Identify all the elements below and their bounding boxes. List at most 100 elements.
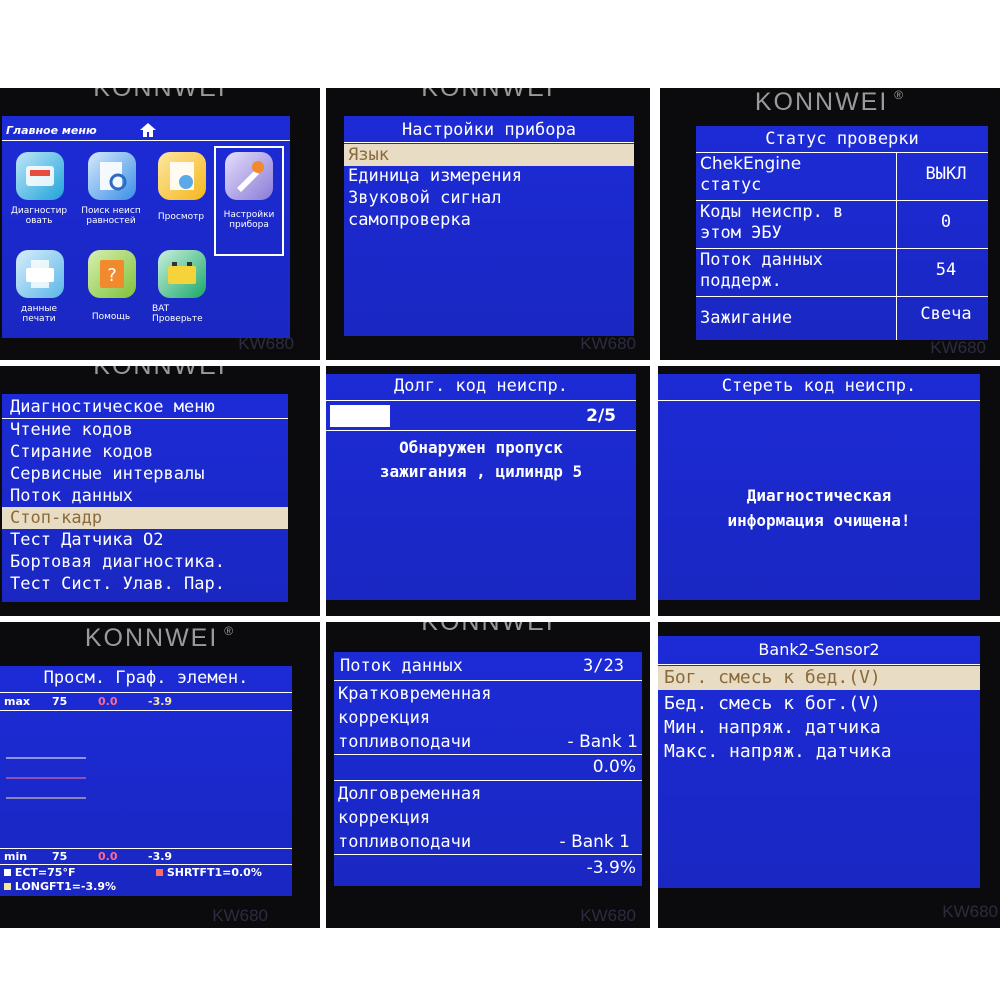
live-item-name: коррекция bbox=[338, 708, 431, 728]
settings-title: Настройки прибора bbox=[402, 120, 576, 140]
diag-item-erase-codes[interactable]: Стирание кодов bbox=[2, 441, 288, 463]
live-item-stft: Кратковременная коррекция топливоподачи … bbox=[334, 682, 642, 754]
model-label: KW680 bbox=[930, 338, 986, 357]
status-title: Статус проверки bbox=[765, 129, 919, 149]
menu-label-diagnose: Диагностир овать bbox=[10, 206, 68, 226]
panel-erase-dtc: Стереть код неиспр. Диагностическая инфо… bbox=[658, 366, 1000, 616]
erase-message-1: Диагностическая bbox=[746, 486, 892, 505]
dtc-progress-bar: 2/5 bbox=[330, 405, 632, 427]
graph-max-stft: 0.0 bbox=[98, 695, 118, 708]
diag-item-o2-test[interactable]: Тест Датчика O2 bbox=[2, 529, 288, 551]
legend-swatch bbox=[4, 883, 11, 890]
graph-max-ltft: -3.9 bbox=[148, 695, 173, 708]
legend-ect: ECT=75°F bbox=[4, 866, 75, 879]
panel-live-data: KONNWEI KW680 Поток данных 3/23 Кратковр… bbox=[326, 622, 650, 928]
menu-label-search: Поиск неисп равностей bbox=[81, 206, 141, 226]
menu-label-battery: BAT Проверьте bbox=[152, 304, 203, 324]
panel-device-settings: KONNWEI KW680 Настройки прибора Язык Еди… bbox=[326, 88, 650, 360]
menu-label-settings: Настройки прибора bbox=[223, 210, 275, 230]
live-item-bank: - Bank 1 bbox=[567, 732, 638, 752]
screen-main-menu: Главное меню Диагностир овать Поиск неис… bbox=[2, 116, 290, 338]
home-icon[interactable] bbox=[140, 122, 156, 137]
status-row-mil: ChekEngine статус ВЫКЛ bbox=[700, 154, 988, 196]
dtc-title: Долг. код неиспр. bbox=[394, 376, 568, 396]
settings-list: Язык bbox=[344, 144, 634, 166]
screen-o2-sensor: Bank2-Sensor2 Бог. смесь к бед.(V) Бед. … bbox=[658, 636, 980, 888]
panel-permanent-dtc: Долг. код неиспр. 2/5 Обнаружен пропуск … bbox=[326, 366, 650, 616]
model-label: KW680 bbox=[212, 906, 268, 925]
settings-item-beep[interactable]: Звуковой сигнал bbox=[344, 188, 634, 208]
erase-message-2: информация очищена! bbox=[727, 511, 911, 530]
brand-logo: KONNWEI ® bbox=[84, 624, 236, 652]
diag-item-onboard[interactable]: Бортовая диагностика. bbox=[2, 551, 288, 573]
review-icon bbox=[158, 152, 206, 200]
brand-logo: KONNWEI ® bbox=[754, 88, 906, 116]
live-title: Поток данных bbox=[340, 656, 463, 676]
print-icon bbox=[16, 250, 64, 298]
dtc-message-2: зажигания , цилиндр 5 bbox=[379, 462, 583, 481]
help-icon: ? bbox=[88, 250, 136, 298]
settings-item-language[interactable]: Язык bbox=[344, 144, 634, 166]
battery-icon bbox=[158, 250, 206, 298]
legend-swatch bbox=[156, 869, 163, 876]
model-label: KW680 bbox=[580, 906, 636, 925]
o2-item-lean-rich[interactable]: Бед. смесь к бог.(V) bbox=[658, 692, 980, 716]
panel-monitor-status: KONNWEI ® KW680 Статус проверки ChekEngin… bbox=[660, 88, 1000, 360]
dtc-counter: 2/5 bbox=[586, 406, 616, 426]
live-item-name: топливоподачи - Bank 1 bbox=[338, 732, 638, 752]
panel-o2-sensor: KW680 Bank2-Sensor2 Бог. смесь к бед.(V)… bbox=[658, 622, 1000, 928]
diag-item-live-data[interactable]: Поток данных bbox=[2, 485, 288, 507]
dtc-message-1: Обнаружен пропуск bbox=[399, 438, 563, 457]
legend-ltft: LONGFT1=-3.9% bbox=[4, 880, 116, 893]
screen-live-data: Поток данных 3/23 Кратковременная коррек… bbox=[334, 652, 642, 886]
status-value: Свеча bbox=[920, 304, 972, 324]
legend-stft: SHRTFT1=0.0% bbox=[156, 866, 262, 879]
diag-item-freeze-frame[interactable]: Стоп-кадр bbox=[2, 507, 288, 529]
diagnose-icon bbox=[16, 152, 64, 200]
menu-label-review: Просмотр bbox=[157, 212, 205, 222]
brand-logo: KONNWEI bbox=[421, 622, 555, 636]
model-label: KW680 bbox=[580, 334, 636, 353]
graph-min-ect: 75 bbox=[52, 850, 68, 863]
graph-title: Просм. Граф. элемен. bbox=[43, 668, 249, 688]
screen-graph-view: Просм. Граф. элемен. max 75 0.0 -3.9 min… bbox=[0, 666, 292, 896]
live-item-ltft: Долговременная коррекция топливоподачи -… bbox=[334, 782, 642, 854]
settings-item-selftest[interactable]: самопроверка bbox=[344, 210, 634, 230]
o2-item-rich-lean[interactable]: Бог. смесь к бед.(V) bbox=[658, 666, 980, 690]
dtc-progress-fill bbox=[330, 405, 391, 427]
menu-label-print: данные печати bbox=[20, 304, 58, 324]
screen-device-settings: Настройки прибора Язык Единица измерения… bbox=[344, 116, 634, 336]
svg-text:?: ? bbox=[107, 265, 117, 286]
o2-item-min-voltage[interactable]: Мин. напряж. датчика bbox=[658, 716, 980, 740]
status-value: 0 bbox=[940, 212, 952, 232]
live-value-ltft: -3.9% bbox=[586, 858, 636, 878]
status-row-ignition: Зажигание Свеча bbox=[700, 304, 988, 328]
panel-main-menu: KONNWEI KW680 Главное меню Диагностир ов… bbox=[0, 88, 320, 360]
live-value-stft: 0.0% bbox=[592, 757, 636, 777]
live-counter: 3/23 bbox=[583, 656, 624, 676]
settings-icon bbox=[225, 152, 273, 200]
diag-item-evap[interactable]: Тест Сист. Улав. Пар. bbox=[2, 573, 288, 595]
live-item-name: коррекция bbox=[338, 808, 431, 828]
diag-item-read-codes[interactable]: Чтение кодов bbox=[2, 419, 288, 441]
o2-item-max-voltage[interactable]: Макс. напряж. датчика bbox=[658, 740, 980, 764]
graph-max-row: max bbox=[4, 695, 30, 708]
live-item-name: Кратковременная bbox=[338, 684, 492, 704]
status-value: 54 bbox=[935, 260, 957, 280]
graph-plot bbox=[6, 757, 86, 799]
search-dtc-icon bbox=[88, 152, 136, 200]
diag-item-service[interactable]: Сервисные интервалы bbox=[2, 463, 288, 485]
main-menu-title: Главное меню bbox=[6, 124, 97, 137]
brand-logo: KONNWEI bbox=[93, 88, 227, 102]
settings-item-units[interactable]: Единица измерения bbox=[344, 166, 634, 186]
graph-min-stft: 0.0 bbox=[98, 850, 118, 863]
status-row-pids: Поток данных поддерж. 54 bbox=[700, 250, 988, 292]
status-value: ВЫКЛ bbox=[925, 164, 967, 184]
live-item-bank: - Bank 1 bbox=[559, 832, 630, 852]
menu-item-settings[interactable]: Настройки прибора bbox=[214, 146, 284, 256]
screen-permanent-dtc: Долг. код неиспр. 2/5 Обнаружен пропуск … bbox=[326, 374, 636, 600]
brand-logo: KONNWEI bbox=[93, 366, 227, 380]
graph-max-ect: 75 bbox=[52, 695, 68, 708]
live-item-name: топливоподачи - Bank 1 bbox=[338, 832, 630, 852]
graph-max-label: max bbox=[4, 695, 30, 708]
